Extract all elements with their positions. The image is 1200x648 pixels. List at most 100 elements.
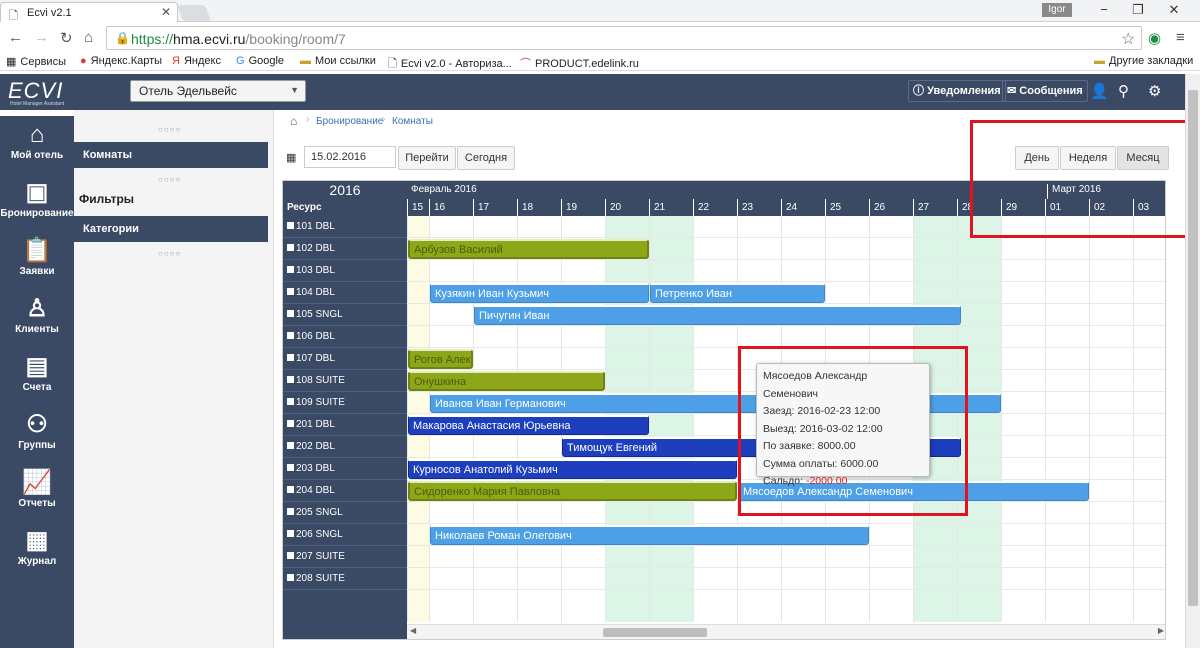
today-button[interactable]: Сегодня (457, 146, 515, 170)
room-label: 109 SUITE (296, 397, 345, 408)
drag-handle-icon[interactable]: ○○○○ (158, 249, 181, 258)
horizontal-scrollbar[interactable]: ◀ ▶ (407, 624, 1165, 639)
resource-row-label[interactable]: 101 DBL (283, 216, 407, 238)
address-bar-row: ← → ↻ ⌂ 🔒 https://hma.ecvi.ru/booking/ro… (0, 23, 1200, 53)
bookmark-item[interactable]: ● Яндекс.Карты (80, 55, 162, 67)
nav-item-groups[interactable]: ⚇ Группы (0, 406, 74, 464)
resource-row-label[interactable]: 206 SNGL (283, 524, 407, 546)
hotel-select[interactable]: Отель Эдельвейс ▼ (130, 80, 306, 102)
bookmark-label: Другие закладки (1109, 55, 1194, 67)
scrollbar-thumb[interactable] (603, 628, 707, 637)
close-window-icon[interactable]: ✕ (1164, 2, 1184, 18)
drag-handle-icon[interactable]: ○○○○ (158, 125, 181, 134)
nav-item-journal[interactable]: ▦ Журнал (0, 522, 74, 580)
bookmark-item[interactable]: 🗋 Ecvi v2.0 - Авториза... (388, 55, 512, 74)
day-column[interactable] (693, 216, 737, 622)
other-bookmarks[interactable]: ▬ Другие закладки (1094, 55, 1193, 67)
resource-row-label[interactable]: 107 DBL (283, 348, 407, 370)
url-field[interactable]: 🔒 https://hma.ecvi.ru/booking/room/7 ☆ (106, 26, 1142, 50)
subnav-categories[interactable]: Категории (74, 216, 268, 242)
subnav-rooms[interactable]: Комнаты (74, 142, 268, 168)
messages-button[interactable]: ✉ Сообщения (1002, 80, 1088, 102)
booking-bar[interactable]: Петренко Иван (650, 283, 825, 303)
room-square-icon (287, 376, 294, 383)
nav-item-reports[interactable]: 📈 Отчеты (0, 464, 74, 522)
calendar-icon[interactable]: ▦ (286, 151, 296, 164)
logo-subtitle: Hotel Manager Assistant (10, 101, 65, 107)
booking-bar[interactable]: Курносов Анатолий Кузьмич (408, 459, 737, 479)
day-column[interactable] (1045, 216, 1089, 622)
day-column[interactable] (1133, 216, 1165, 622)
booking-bar[interactable]: Рогов Алексей (408, 349, 473, 369)
crumb-rooms[interactable]: Комнаты (392, 116, 433, 127)
bookmark-item[interactable]: ▬ Мои ссылки (300, 55, 376, 67)
resource-row-label[interactable]: 204 DBL (283, 480, 407, 502)
resource-row-label[interactable]: 109 SUITE (283, 392, 407, 414)
room-label: 103 DBL (296, 265, 335, 276)
search-icon[interactable]: ⚲ (1118, 82, 1129, 100)
bookmark-item[interactable]: G Google (236, 55, 284, 67)
scroll-left-icon[interactable]: ◀ (410, 626, 416, 635)
close-tab-icon[interactable]: ✕ (161, 5, 171, 19)
bookmark-item[interactable]: Я Яндекс (172, 55, 221, 67)
new-tab-button[interactable] (177, 5, 211, 21)
resource-row-label[interactable]: 108 SUITE (283, 370, 407, 392)
room-label: 202 DBL (296, 441, 335, 452)
booking-bar[interactable]: Пичугин Иван (474, 305, 962, 325)
nav-item-invoices[interactable]: ▤ Счета (0, 348, 74, 406)
profile-badge[interactable]: Igor (1042, 3, 1072, 17)
resource-row-label[interactable]: 103 DBL (283, 260, 407, 282)
resource-row-label[interactable]: 105 SNGL (283, 304, 407, 326)
resource-row-label[interactable]: 205 SNGL (283, 502, 407, 524)
bookmark-item[interactable]: ⌒ PRODUCT.edelink.ru (520, 55, 639, 71)
nav-item-clients[interactable]: ♙ Клиенты (0, 290, 74, 348)
chevron-down-icon: ▼ (290, 85, 299, 95)
room-square-icon (287, 420, 294, 427)
home-crumb-icon[interactable]: ⌂ (290, 114, 297, 128)
booking-bar[interactable]: Николаев Роман Олегович (430, 525, 869, 545)
go-button[interactable]: Перейти (398, 146, 456, 170)
profile-icon[interactable]: 👤 (1090, 82, 1109, 100)
booking-bar[interactable]: Кузякин Иван Кузьмич (430, 283, 649, 303)
resource-row-label[interactable]: 102 DBL (283, 238, 407, 260)
browser-tab[interactable]: 🗋 Ecvi v2.1 ✕ (0, 2, 178, 22)
subnav-filters[interactable]: Фильтры (74, 186, 268, 212)
gear-icon[interactable]: ⚙ (1148, 82, 1161, 100)
date-input[interactable]: 15.02.2016 (304, 146, 396, 168)
page-scrollbar[interactable] (1185, 74, 1200, 648)
nav-label: Мой отель (10, 150, 64, 161)
restore-icon[interactable]: ❐ (1128, 2, 1148, 18)
back-icon[interactable]: ← (8, 29, 23, 46)
notifications-button[interactable]: ⓘ Уведомления (908, 80, 1006, 102)
day-column[interactable] (1089, 216, 1133, 622)
booking-bar[interactable]: Макарова Анастасия Юрьевна (408, 415, 649, 435)
drag-handle-icon[interactable]: ○○○○ (158, 175, 181, 184)
scrollbar-thumb[interactable] (1188, 90, 1198, 606)
extension-icon[interactable]: ◉ (1148, 29, 1161, 47)
scroll-right-icon[interactable]: ▶ (1158, 626, 1164, 635)
resource-row-label[interactable]: 106 DBL (283, 326, 407, 348)
nav-item-my-hotel[interactable]: ⌂ Мой отель (0, 116, 74, 174)
forward-icon[interactable]: → (34, 29, 49, 46)
resource-row-label[interactable]: 208 SUITE (283, 568, 407, 590)
resource-row-label[interactable]: 207 SUITE (283, 546, 407, 568)
nav-item-booking[interactable]: ▣ Бронирование (0, 174, 74, 232)
resource-row-label[interactable]: 104 DBL (283, 282, 407, 304)
booking-bar[interactable]: Сидоренко Мария Павловна (408, 481, 737, 501)
bookmark-item[interactable]: ▦ Сервисы (6, 55, 66, 68)
nav-item-requests[interactable]: 📋 Заявки (0, 232, 74, 290)
reload-icon[interactable]: ↻ (60, 29, 73, 47)
resource-row-label[interactable]: 203 DBL (283, 458, 407, 480)
menu-icon[interactable]: ≡ (1176, 29, 1185, 46)
resource-row-label[interactable]: 202 DBL (283, 436, 407, 458)
booking-bar[interactable]: Арбузов Василий (408, 239, 649, 259)
home-browser-icon[interactable]: ⌂ (84, 29, 93, 46)
crumb-booking[interactable]: Бронирование (316, 116, 383, 127)
booking-bar[interactable]: Онушкина (408, 371, 605, 391)
day-column[interactable] (649, 216, 693, 622)
bookmark-label: Google (248, 55, 285, 67)
resource-row-label[interactable]: 201 DBL (283, 414, 407, 436)
day-column[interactable] (1001, 216, 1045, 622)
bookmark-star-icon[interactable]: ☆ (1121, 29, 1135, 49)
minimize-icon[interactable]: − (1094, 2, 1114, 17)
